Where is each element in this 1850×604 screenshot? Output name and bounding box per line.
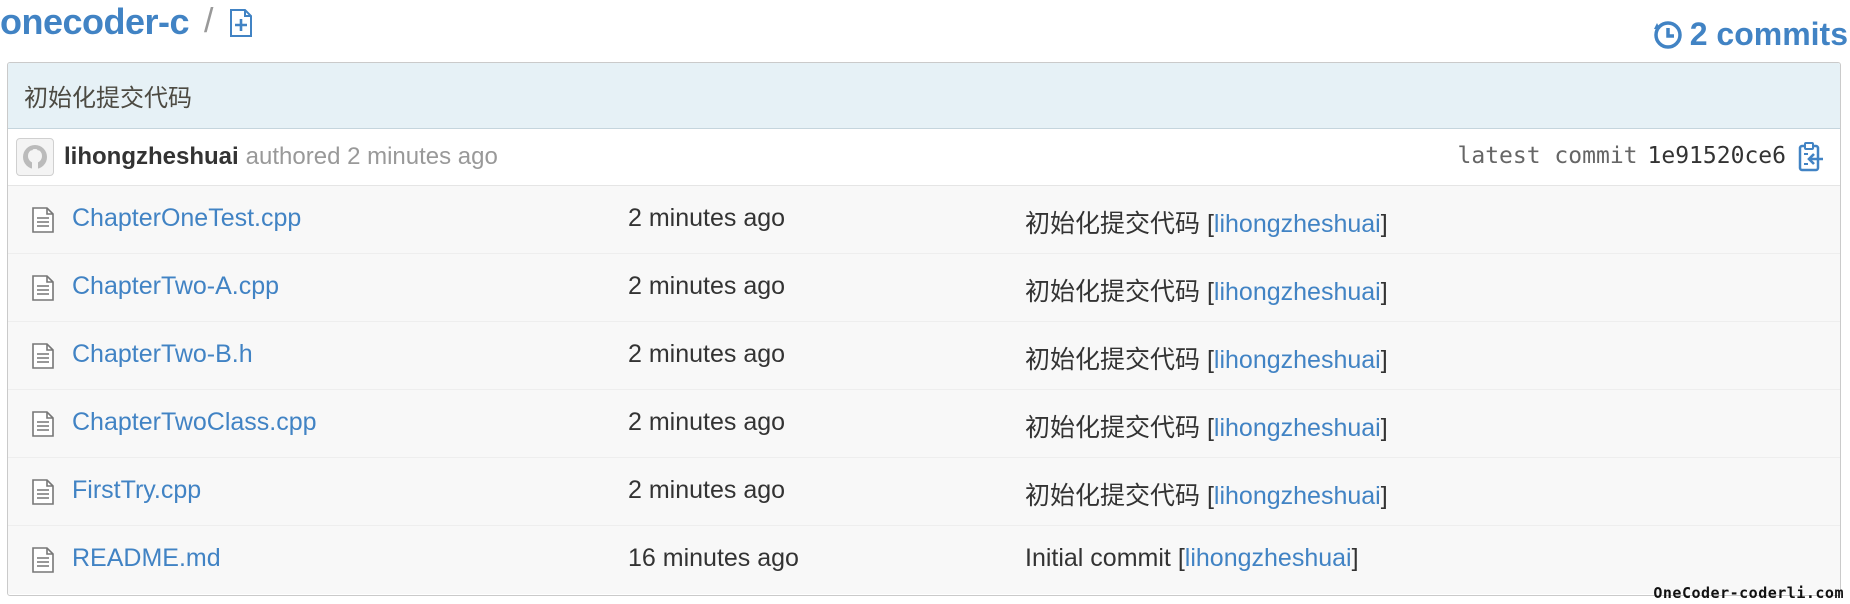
- file-commit-message: 初始化提交代码 [lihongzheshuai]: [1025, 210, 1388, 238]
- latest-commit-label: latest commit: [1457, 143, 1638, 169]
- commit-author-link[interactable]: lihongzheshuai: [1214, 210, 1381, 238]
- file-row: ChapterOneTest.cpp 2 minutes ago 初始化提交代码 […: [8, 186, 1840, 254]
- file-age: 2 minutes ago: [628, 408, 786, 436]
- file-name-link[interactable]: README.md: [72, 544, 221, 573]
- file-text-icon: [32, 343, 54, 369]
- path-separator: /: [204, 2, 214, 40]
- commit-sha-link[interactable]: 1e91520ce6: [1648, 143, 1786, 169]
- file-text-icon: [32, 411, 54, 437]
- commit-meta-bar: lihongzheshuai authored 2 minutes ago la…: [8, 129, 1840, 186]
- clipboard-icon[interactable]: [1798, 141, 1824, 173]
- commit-message-text: 初始化提交代码: [1025, 414, 1201, 442]
- file-name-link[interactable]: FirstTry.cpp: [72, 476, 201, 505]
- file-row: ChapterTwoClass.cpp 2 minutes ago 初始化提交代码 …: [8, 390, 1840, 458]
- commit-author-link[interactable]: lihongzheshuai: [1214, 414, 1381, 442]
- file-name-link[interactable]: ChapterTwo-A.cpp: [72, 272, 279, 301]
- file-text-icon: [32, 275, 54, 301]
- commit-message-text: 初始化提交代码: [1025, 346, 1201, 374]
- latest-commit: latest commit 1e91520ce6: [1458, 143, 1787, 169]
- file-row: README.md 16 minutes ago Initial commit [l…: [8, 526, 1840, 594]
- file-commit-message: 初始化提交代码 [lihongzheshuai]: [1025, 346, 1388, 374]
- file-age: 2 minutes ago: [628, 476, 786, 504]
- commit-message-text: 初始化提交代码: [1025, 278, 1201, 306]
- history-icon: [1653, 21, 1682, 49]
- file-row: ChapterTwo-A.cpp 2 minutes ago 初始化提交代码 [li…: [8, 254, 1840, 322]
- commit-author-link[interactable]: lihongzheshuai: [1185, 544, 1352, 572]
- file-text-icon: [32, 207, 54, 233]
- file-age: 16 minutes ago: [628, 544, 799, 572]
- octocat-avatar-icon: [23, 145, 47, 170]
- file-age: 2 minutes ago: [628, 272, 786, 300]
- file-text-icon: [32, 547, 54, 573]
- author-avatar[interactable]: [16, 138, 54, 176]
- file-commit-message: 初始化提交代码 [lihongzheshuai]: [1025, 414, 1388, 442]
- file-commit-message: 初始化提交代码 [lihongzheshuai]: [1025, 482, 1388, 510]
- commit-message-text: 初始化提交代码: [1025, 210, 1201, 238]
- file-name-link[interactable]: ChapterTwo-B.h: [72, 340, 253, 369]
- file-row: FirstTry.cpp 2 minutes ago 初始化提交代码 [lihong…: [8, 458, 1840, 526]
- file-age: 2 minutes ago: [628, 204, 786, 232]
- file-name-link[interactable]: ChapterTwoClass.cpp: [72, 408, 317, 437]
- commit-author-link[interactable]: lihongzheshuai: [64, 143, 239, 171]
- commit-message-text: 初始化提交代码: [1025, 482, 1201, 510]
- commit-author-link[interactable]: lihongzheshuai: [1214, 346, 1381, 374]
- commit-message-text: Initial commit: [1025, 544, 1171, 572]
- file-age: 2 minutes ago: [628, 340, 786, 368]
- add-file-icon[interactable]: [229, 9, 253, 37]
- file-row: ChapterTwo-B.h 2 minutes ago 初始化提交代码 [liho…: [8, 322, 1840, 390]
- commit-author-link[interactable]: lihongzheshuai: [1214, 482, 1381, 510]
- repo-header: onecoder-c / 2 commits: [0, 0, 1850, 54]
- repo-name-link[interactable]: onecoder-c: [0, 1, 190, 43]
- commit-author-link[interactable]: lihongzheshuai: [1214, 278, 1381, 306]
- authored-time: authored 2 minutes ago: [245, 143, 498, 170]
- file-browser: 初始化提交代码 lihongzheshuai authored 2 minute…: [7, 62, 1841, 596]
- file-list: ChapterOneTest.cpp 2 minutes ago 初始化提交代码 […: [8, 186, 1840, 594]
- file-commit-message: Initial commit [lihongzheshuai]: [1025, 544, 1359, 572]
- commits-count-label: 2 commits: [1689, 15, 1848, 52]
- file-commit-message: 初始化提交代码 [lihongzheshuai]: [1025, 278, 1388, 306]
- last-commit-message: 初始化提交代码: [8, 63, 1840, 129]
- file-name-link[interactable]: ChapterOneTest.cpp: [72, 204, 301, 233]
- commits-link[interactable]: 2 commits: [1652, 14, 1848, 54]
- watermark: OneCoder-coderli.com: [1653, 584, 1844, 602]
- file-text-icon: [32, 479, 54, 505]
